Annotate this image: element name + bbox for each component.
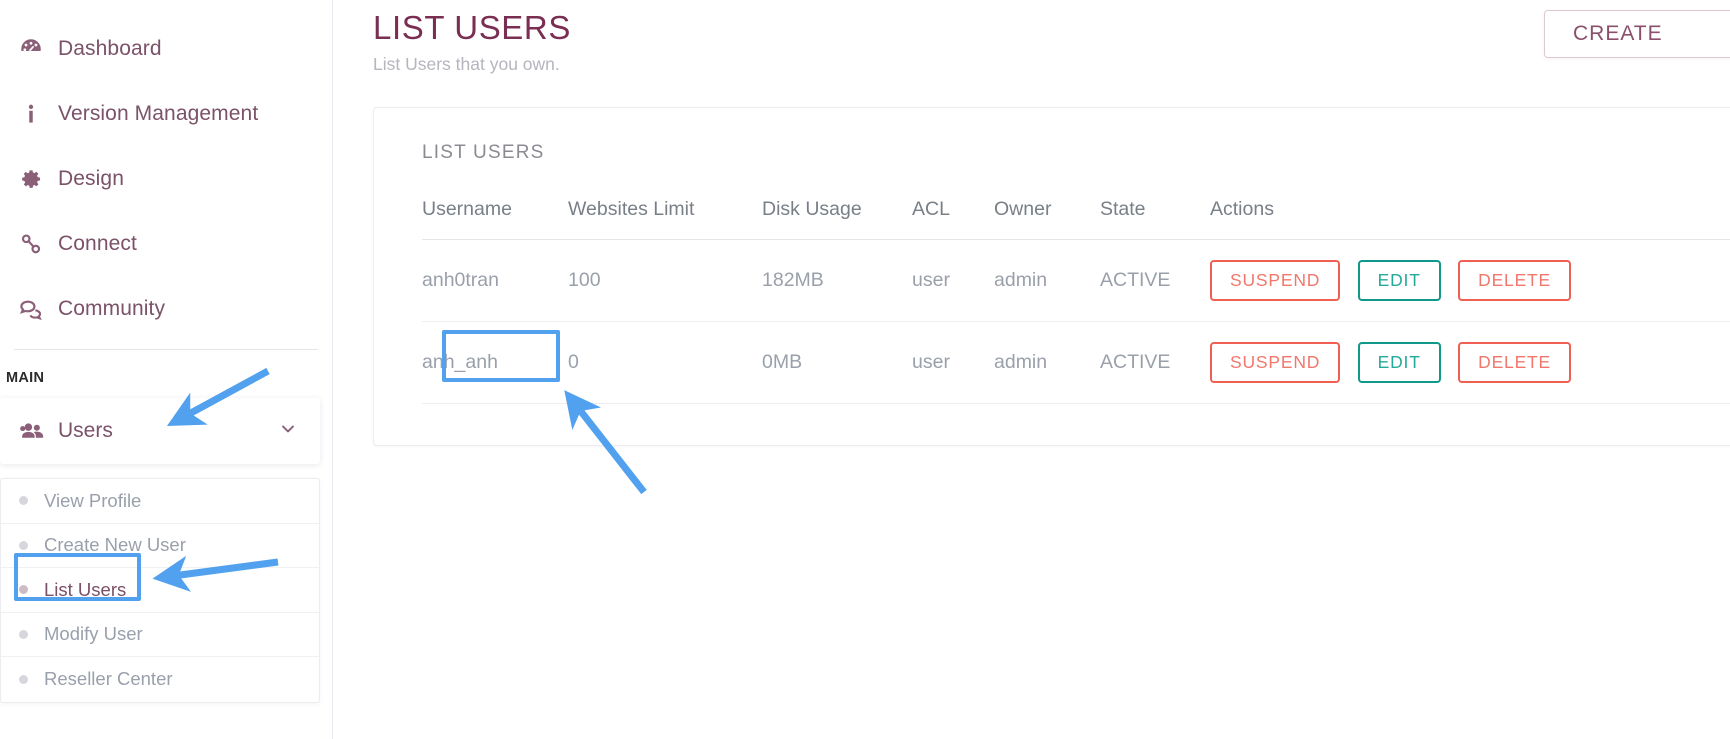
bullet-icon [19,496,28,505]
sidebar-subitem-label: Create New User [44,534,186,556]
column-header-acl: ACL [912,198,994,240]
gear-icon [18,166,58,192]
sidebar-item-label: Connect [58,232,137,256]
delete-button[interactable]: DELETE [1458,342,1571,383]
cell-websites-limit: 100 [568,240,762,322]
sidebar-subitem-label: View Profile [44,490,141,512]
sidebar-subitem-list-users[interactable]: List Users [1,568,319,613]
table-header-row: Username Websites Limit Disk Usage ACL O… [422,198,1730,240]
column-header-disk-usage: Disk Usage [762,198,912,240]
edit-button[interactable]: EDIT [1358,260,1441,301]
page-header: LIST USERS List Users that you own. CREA… [333,0,1730,75]
sidebar-item-dashboard[interactable]: Dashboard [0,16,332,81]
column-header-websites-limit: Websites Limit [568,198,762,240]
sidebar-item-label: Community [58,297,165,321]
column-header-actions: Actions [1210,198,1730,240]
sidebar: Dashboard Version Management [0,0,333,739]
cell-owner: admin [994,322,1100,404]
column-header-owner: Owner [994,198,1100,240]
sidebar-item-label: Version Management [58,102,258,126]
users-icon [18,417,58,446]
cell-disk-usage: 0MB [762,322,912,404]
suspend-button[interactable]: SUSPEND [1210,342,1340,383]
cell-state: ACTIVE [1100,240,1210,322]
sidebar-item-label: Users [58,419,113,443]
link-icon [18,231,58,257]
bullet-icon [19,541,28,550]
info-icon [18,101,58,127]
column-header-state: State [1100,198,1210,240]
sidebar-item-users[interactable]: Users [0,398,320,464]
sidebar-subitem-label: Modify User [44,623,143,645]
sidebar-subitem-create-new-user[interactable]: Create New User [1,524,319,569]
cell-websites-limit: 0 [568,322,762,404]
table-row: anh_anh 0 0MB user admin ACTIVE SUSPEND … [422,322,1730,404]
dashboard-icon [18,36,58,62]
bullet-icon [19,630,28,639]
main-content: LIST USERS List Users that you own. CREA… [333,0,1730,739]
sidebar-item-version-management[interactable]: Version Management [0,81,332,146]
cell-username: anh_anh [422,322,568,404]
app-root: Dashboard Version Management [0,0,1730,739]
cell-actions: SUSPEND EDIT DELETE [1210,240,1730,322]
users-table-body: anh0tran 100 182MB user admin ACTIVE SUS… [422,240,1730,404]
column-header-username: Username [422,198,568,240]
sidebar-item-design[interactable]: Design [0,146,332,211]
cell-acl: user [912,240,994,322]
sidebar-subitem-view-profile[interactable]: View Profile [1,479,319,524]
sidebar-primary-nav: Dashboard Version Management [0,0,332,341]
suspend-button[interactable]: SUSPEND [1210,260,1340,301]
cell-username: anh0tran [422,240,568,322]
page-subtitle: List Users that you own. [373,54,1730,75]
sidebar-item-connect[interactable]: Connect [0,211,332,276]
sidebar-submenu-users: View Profile Create New User List Users … [0,478,320,703]
cell-disk-usage: 182MB [762,240,912,322]
sidebar-section-main-label: MAIN [0,350,332,398]
table-row: anh0tran 100 182MB user admin ACTIVE SUS… [422,240,1730,322]
sidebar-item-label: Design [58,167,124,191]
sidebar-subitem-label: List Users [44,579,126,601]
sidebar-subitem-label: Reseller Center [44,668,173,690]
cell-owner: admin [994,240,1100,322]
edit-button[interactable]: EDIT [1358,342,1441,383]
chat-icon [18,295,58,322]
chevron-down-icon[interactable] [278,419,298,444]
users-table-head: Username Websites Limit Disk Usage ACL O… [422,198,1730,240]
bullet-icon [19,585,28,594]
create-button[interactable]: CREATE [1544,10,1730,58]
bullet-icon [19,675,28,684]
users-table: Username Websites Limit Disk Usage ACL O… [422,198,1730,404]
cell-actions: SUSPEND EDIT DELETE [1210,322,1730,404]
sidebar-item-community[interactable]: Community [0,276,332,341]
card-title: LIST USERS [374,142,1730,164]
sidebar-item-label: Dashboard [58,37,162,61]
cell-acl: user [912,322,994,404]
sidebar-subitem-modify-user[interactable]: Modify User [1,613,319,658]
sidebar-subitem-reseller-center[interactable]: Reseller Center [1,657,319,702]
cell-state: ACTIVE [1100,322,1210,404]
delete-button[interactable]: DELETE [1458,260,1571,301]
list-users-card: LIST USERS Username Websites Limit Disk … [373,107,1730,446]
page-title: LIST USERS [373,8,1730,48]
